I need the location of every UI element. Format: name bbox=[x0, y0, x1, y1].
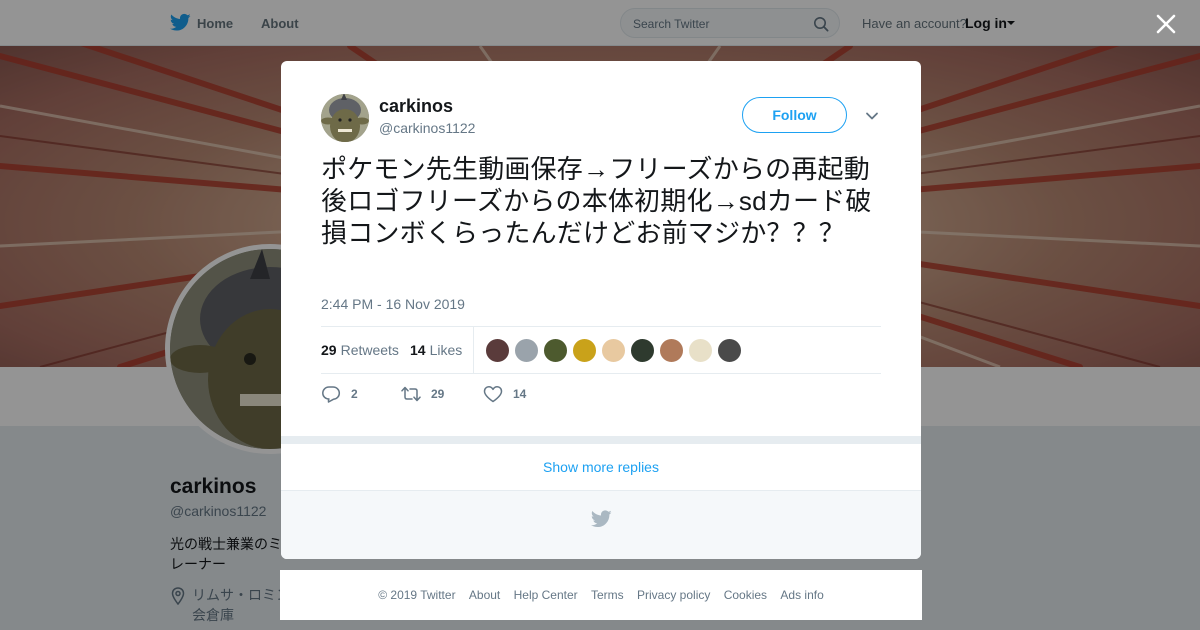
footer-link-help-center[interactable]: Help Center bbox=[514, 588, 578, 602]
liker-avatar[interactable] bbox=[485, 338, 510, 363]
tweet-actions: 2 29 14 bbox=[321, 384, 881, 406]
show-more-replies-link[interactable]: Show more replies bbox=[281, 444, 921, 491]
stats-divider bbox=[473, 327, 474, 374]
reply-count: 2 bbox=[351, 387, 358, 401]
author-handle[interactable]: @carkinos1122 bbox=[379, 120, 475, 136]
liker-avatar[interactable] bbox=[659, 338, 684, 363]
likes-count: 14 bbox=[410, 342, 426, 358]
footer-link-ads-info[interactable]: Ads info bbox=[780, 588, 823, 602]
retweet-action-count: 29 bbox=[431, 387, 445, 401]
liker-avatar[interactable] bbox=[514, 338, 539, 363]
retweet-icon bbox=[401, 386, 421, 402]
chevron-down-icon[interactable] bbox=[864, 108, 880, 124]
legal-footer: © 2019 Twitter About Help Center Terms P… bbox=[280, 570, 922, 620]
likes-label: Likes bbox=[429, 342, 463, 358]
reply-icon bbox=[322, 386, 341, 403]
liker-avatar[interactable] bbox=[717, 338, 742, 363]
liker-avatar[interactable] bbox=[688, 338, 713, 363]
tweet-text: ポケモン先生動画保存→フリーズからの再起動後ロゴフリーズからの本体初期化→sdカ… bbox=[321, 154, 872, 248]
follow-button[interactable]: Follow bbox=[742, 97, 847, 133]
liker-avatar[interactable] bbox=[630, 338, 655, 363]
modal-footer bbox=[281, 491, 921, 559]
author-avatar[interactable] bbox=[321, 94, 369, 142]
heart-icon bbox=[483, 386, 503, 403]
close-icon[interactable] bbox=[1153, 11, 1179, 37]
twitter-bird-icon bbox=[591, 510, 612, 528]
retweets-count: 29 bbox=[321, 342, 337, 358]
tweet-timestamp[interactable]: 2:44 PM - 16 Nov 2019 bbox=[321, 296, 465, 312]
tweet-stats: 29 Retweets 14 Likes bbox=[321, 326, 881, 374]
footer-link-cookies[interactable]: Cookies bbox=[724, 588, 767, 602]
likes-stat[interactable]: 14 Likes bbox=[410, 342, 462, 358]
footer-link-privacy[interactable]: Privacy policy bbox=[637, 588, 710, 602]
tweet-modal: carkinos @carkinos1122 Follow ポケモン先生動画保存… bbox=[281, 61, 921, 559]
footer-link-about[interactable]: About bbox=[469, 588, 500, 602]
author-name[interactable]: carkinos bbox=[379, 96, 453, 117]
like-action-count: 14 bbox=[513, 387, 527, 401]
retweets-stat[interactable]: 29 Retweets bbox=[321, 342, 399, 358]
liker-avatar[interactable] bbox=[543, 338, 568, 363]
legal-links: © 2019 Twitter About Help Center Terms P… bbox=[280, 588, 922, 602]
retweets-label: Retweets bbox=[340, 342, 399, 358]
section-separator bbox=[281, 436, 921, 444]
liker-avatar[interactable] bbox=[572, 338, 597, 363]
copyright-text: © 2019 Twitter bbox=[378, 588, 456, 602]
liker-avatar[interactable] bbox=[601, 338, 626, 363]
goblin-avatar-small bbox=[321, 94, 369, 142]
footer-link-terms[interactable]: Terms bbox=[591, 588, 624, 602]
